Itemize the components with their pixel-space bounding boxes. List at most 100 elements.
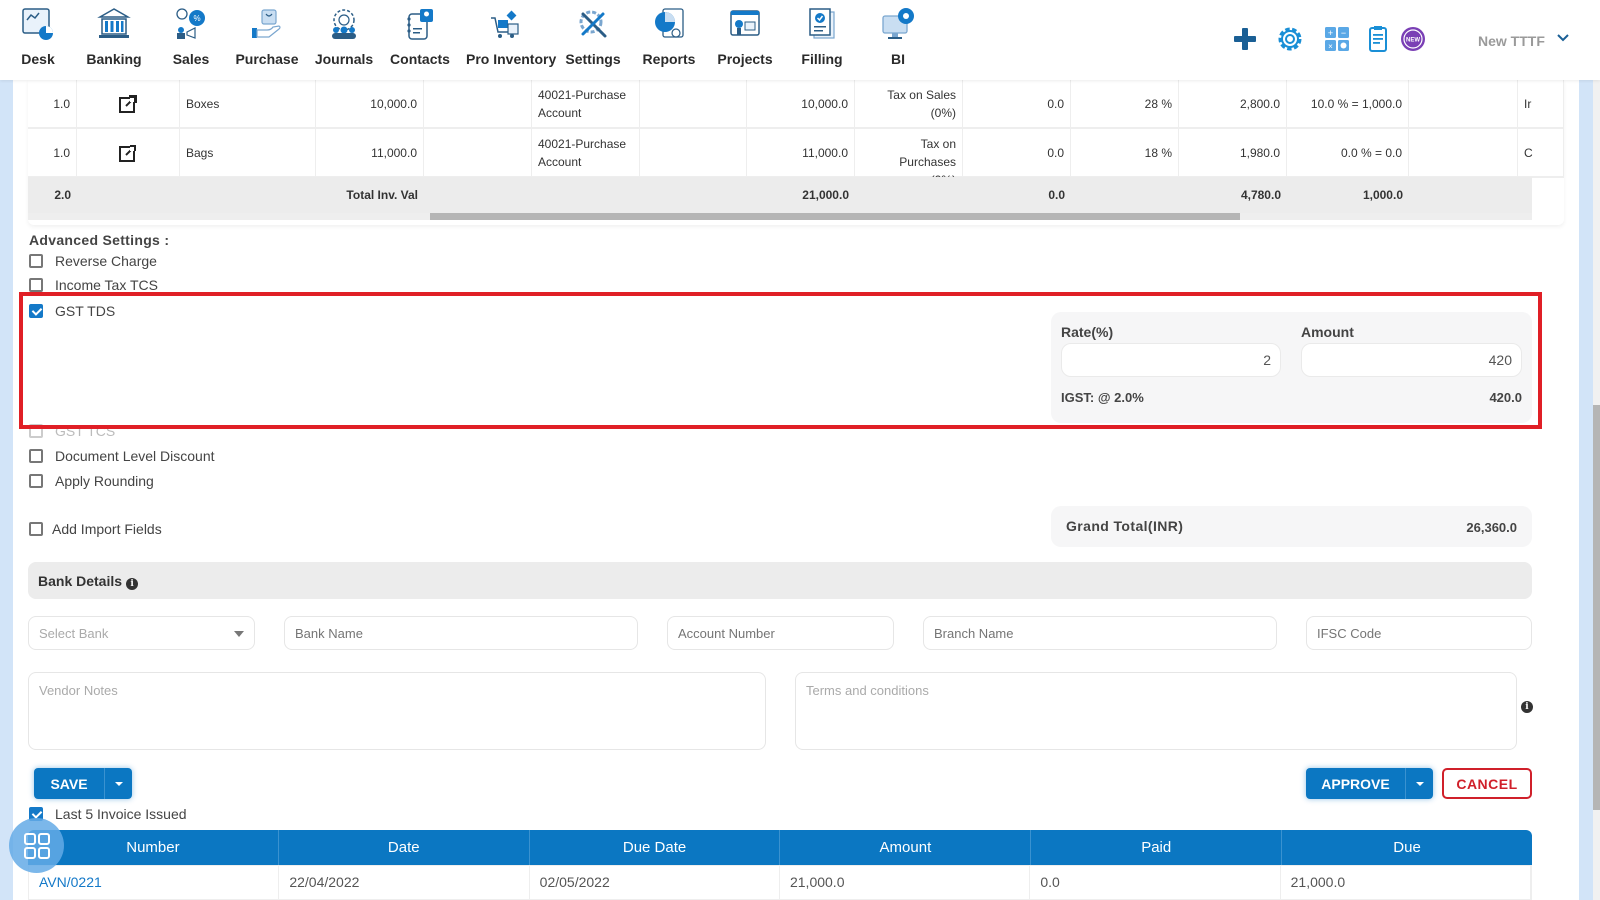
gst-tds-checkbox[interactable]: GST TDS [29, 303, 115, 319]
table-header: Number Date Due Date Amount Paid Due [28, 830, 1532, 865]
gst-amount-cell: 1,980.0 [1179, 129, 1287, 176]
tax-cell: Tax on Sales (0%) [855, 80, 963, 127]
tds-rate-input[interactable] [1061, 343, 1281, 377]
terms-textarea[interactable]: Terms and conditions [795, 672, 1517, 750]
vendor-notes-textarea[interactable]: Vendor Notes [28, 672, 766, 750]
advanced-settings-title: Advanced Settings : [29, 232, 170, 248]
horizontal-scrollbar-thumb[interactable] [430, 213, 1240, 220]
filing-icon [809, 8, 835, 39]
inventory-icon [491, 10, 519, 38]
invoice-amount: 21,000.0 [780, 866, 1031, 899]
user-name[interactable]: New TTTF [1478, 33, 1545, 49]
checkbox-box[interactable] [29, 278, 43, 292]
igst-value: 420.0 [1489, 390, 1522, 405]
extra-cell: C [1518, 129, 1564, 176]
last-invoices-checkbox[interactable]: Last 5 Invoice Issued [29, 806, 187, 822]
total-label: Total Inv. Val [346, 188, 418, 202]
rate-cell: 10,000.0 [316, 80, 424, 127]
table-row: 1.0 Boxes 10,000.0 40021-Purchase Account… [28, 80, 1564, 129]
add-import-fields-checkbox[interactable]: Add Import Fields [29, 521, 162, 537]
nav-purchase[interactable]: Purchase [227, 6, 307, 67]
qty-cell: 1.0 [28, 129, 77, 176]
nav-bi[interactable]: BI [858, 6, 938, 67]
item-name-cell[interactable]: Boxes [180, 80, 316, 127]
invoice-number-link[interactable]: AVN/0221 [29, 866, 280, 899]
nav-projects[interactable]: Projects [705, 6, 785, 67]
document-level-discount-checkbox[interactable]: Document Level Discount [29, 448, 215, 464]
clipboard-icon[interactable] [1363, 24, 1393, 54]
save-dropdown-button[interactable] [104, 768, 132, 799]
nav-pro-inventory[interactable]: Pro Inventory [466, 6, 556, 67]
right-panel-strip [1579, 80, 1593, 900]
checkbox-box[interactable] [29, 449, 43, 463]
vertical-scrollbar-thumb[interactable] [1593, 405, 1600, 810]
bank-name-input[interactable] [284, 616, 638, 650]
nav-contacts[interactable]: Contacts [380, 6, 460, 67]
caret-down-icon [1415, 781, 1424, 786]
nav-sales[interactable]: % Sales [151, 6, 231, 67]
checkbox-box[interactable] [29, 474, 43, 488]
column-header[interactable]: Due [1282, 830, 1532, 865]
account-number-input[interactable] [667, 616, 894, 650]
checkbox-box-checked[interactable] [29, 304, 43, 318]
approve-dropdown-button[interactable] [1405, 768, 1433, 799]
apps-menu-button[interactable] [9, 818, 64, 873]
nav-reports[interactable]: Reports [629, 6, 709, 67]
purchase-icon [252, 9, 281, 38]
left-panel-strip [0, 80, 13, 900]
info-icon[interactable]: i [126, 578, 139, 590]
amount-cell: 11,000.0 [747, 129, 855, 176]
invoice-date: 22/04/2022 [279, 866, 530, 899]
total-qty: 2.0 [54, 188, 71, 202]
nav-journals[interactable]: Journals [304, 6, 384, 67]
branch-name-input[interactable] [923, 616, 1277, 650]
gst-rate-cell: 28 % [1071, 80, 1179, 127]
edit-external-icon[interactable] [118, 143, 138, 163]
empty-cell [1409, 129, 1518, 176]
calculator-icon[interactable]: + −× [1322, 24, 1352, 54]
gear-icon[interactable] [1275, 24, 1305, 54]
checkbox-box[interactable] [29, 424, 43, 438]
select-bank-dropdown[interactable]: Select Bank [28, 616, 255, 650]
nav-settings[interactable]: Settings [553, 6, 633, 67]
column-header[interactable]: Date [279, 830, 530, 865]
checkbox-box[interactable] [29, 254, 43, 268]
column-header[interactable]: Amount [780, 830, 1032, 865]
income-tax-tcs-checkbox[interactable]: Income Tax TCS [29, 277, 158, 293]
tds-cell: 10.0 % = 1,000.0 [1287, 80, 1409, 127]
nav-banking[interactable]: Banking [74, 6, 154, 67]
save-button[interactable]: SAVE [34, 768, 104, 799]
qty-cell: 1.0 [28, 80, 77, 127]
ifsc-code-input[interactable] [1306, 616, 1532, 650]
top-navigation: Desk Banking % Sales Purchase Journals C… [0, 0, 1600, 80]
apply-rounding-checkbox[interactable]: Apply Rounding [29, 473, 154, 489]
svg-text:+: + [1328, 28, 1333, 38]
gst-rate-cell: 18 % [1071, 129, 1179, 176]
cancel-button[interactable]: CANCEL [1442, 768, 1532, 799]
column-header[interactable]: Paid [1031, 830, 1283, 865]
info-icon[interactable]: i [1521, 701, 1533, 713]
approve-button[interactable]: APPROVE [1306, 768, 1405, 799]
discount-cell: 0.0 [963, 80, 1071, 127]
chevron-down-icon[interactable] [1555, 30, 1571, 46]
empty-cell [640, 129, 747, 176]
item-name-cell[interactable]: Bags [180, 129, 316, 176]
rate-cell: 11,000.0 [316, 129, 424, 176]
edit-external-icon[interactable] [118, 94, 138, 114]
gst-tds-panel: Rate(%) Amount IGST: @ 2.0% 420.0 [1051, 312, 1532, 423]
nav-desk[interactable]: Desk [0, 6, 78, 67]
reverse-charge-checkbox[interactable]: Reverse Charge [29, 253, 157, 269]
gst-tcs-checkbox[interactable]: GST TCS [29, 423, 115, 439]
checkbox-box[interactable] [29, 522, 43, 536]
settings-tools-icon [579, 10, 607, 38]
tds-amount-input[interactable] [1301, 343, 1522, 377]
svg-text:%: % [193, 14, 200, 23]
amount-cell: 10,000.0 [747, 80, 855, 127]
new-badge-icon[interactable]: NEW [1398, 24, 1428, 54]
total-discount: 0.0 [1048, 188, 1065, 202]
plus-icon[interactable] [1230, 24, 1260, 54]
column-header[interactable]: Number [28, 830, 279, 865]
empty-cell [1409, 80, 1518, 127]
column-header[interactable]: Due Date [530, 830, 781, 865]
nav-filling[interactable]: Filling [782, 6, 862, 67]
